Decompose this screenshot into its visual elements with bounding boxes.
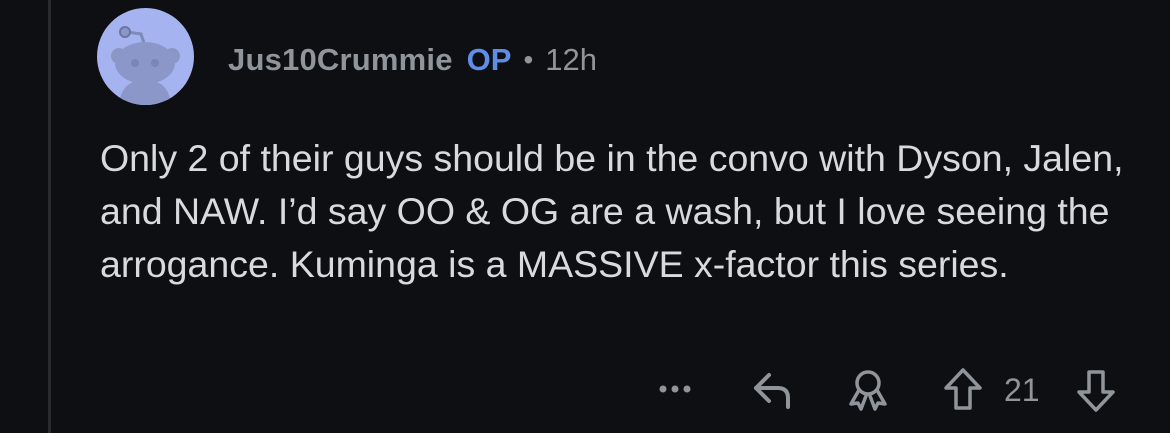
more-options-icon — [659, 385, 691, 393]
meta-separator: • — [523, 44, 534, 75]
comment-body: Only 2 of their guys should be in the co… — [100, 137, 1124, 285]
upvote-button[interactable] — [935, 364, 991, 414]
op-badge: OP — [466, 42, 512, 77]
snoo-avatar-icon — [111, 26, 180, 105]
reply-icon — [754, 373, 790, 409]
comment-meta: Jus10Crummie OP • 12h — [228, 38, 597, 82]
comment-actions: 21 — [0, 362, 1170, 418]
upvote-arrow-icon — [944, 368, 982, 410]
downvote-arrow-icon — [1077, 370, 1115, 412]
downvote-button[interactable] — [1068, 366, 1124, 416]
reply-button[interactable] — [745, 366, 801, 414]
user-avatar[interactable] — [97, 8, 194, 105]
more-options-button[interactable] — [648, 374, 702, 404]
vote-score: 21 — [1004, 372, 1040, 408]
author-username[interactable]: Jus10Crummie — [228, 42, 453, 78]
comment-timestamp: 12h — [545, 42, 598, 77]
award-icon — [849, 370, 887, 411]
award-button[interactable] — [838, 366, 898, 414]
